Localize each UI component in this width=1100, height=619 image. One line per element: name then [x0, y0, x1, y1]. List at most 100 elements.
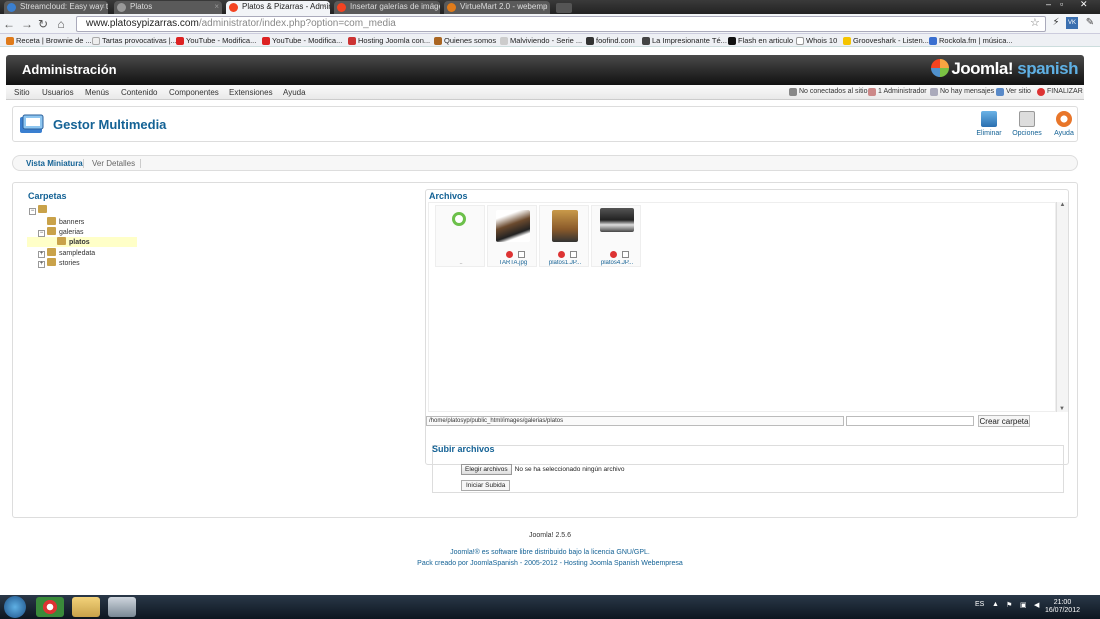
menu-menus[interactable]: Menús	[85, 88, 109, 97]
menu-contenido[interactable]: Contenido	[121, 88, 157, 97]
close-tab-icon[interactable]: ×	[214, 1, 219, 13]
collapse-icon[interactable]: −	[29, 208, 36, 215]
file-item-platos1[interactable]: platos1.JP...	[539, 205, 589, 267]
collapse-icon[interactable]: −	[38, 230, 45, 237]
current-path-field: /home/platosyp/public_html/images/galeri…	[426, 416, 844, 426]
bookmark-item[interactable]: Malviviendo - Serie ...	[500, 35, 582, 46]
tray-expand-icon[interactable]: ▲	[992, 601, 999, 608]
scroll-up-icon[interactable]: ▲	[1060, 202, 1066, 208]
volume-icon[interactable]: ◀	[1034, 601, 1039, 609]
expand-icon[interactable]: +	[38, 251, 45, 258]
bookmark-item[interactable]: Whois 10	[796, 35, 837, 46]
menu-extensiones[interactable]: Extensiones	[229, 88, 273, 97]
file-item-tarta[interactable]: TARTA.jpg	[487, 205, 537, 267]
bookmark-item[interactable]: Grooveshark - Listen...	[843, 35, 929, 46]
maximize-icon[interactable]: ▫	[1060, 0, 1063, 9]
admin-header: Administración Joomla! spanish	[6, 55, 1084, 85]
new-folder-input[interactable]	[846, 416, 974, 426]
bookmark-star-icon[interactable]: ☆	[1030, 16, 1040, 29]
joomla-link[interactable]: Joomla!®	[450, 549, 480, 556]
tree-folder-banners[interactable]: banners	[47, 217, 84, 227]
wrench-icon[interactable]: ✎	[1084, 17, 1096, 29]
delete-file-icon[interactable]	[610, 251, 617, 258]
menu-componentes[interactable]: Componentes	[169, 88, 219, 97]
status-messages[interactable]: No hay mensajes	[930, 88, 994, 96]
bookmark-item[interactable]: Hosting Joomla con...	[348, 35, 430, 46]
close-tab-icon[interactable]: ×	[432, 1, 437, 13]
flag-icon[interactable]: ⚑	[1006, 601, 1012, 609]
file-item-platos4[interactable]: platos4.JP...	[591, 205, 641, 267]
bookmark-item[interactable]: La Impresionante Té...	[642, 35, 727, 46]
menu-ayuda[interactable]: Ayuda	[283, 88, 306, 97]
choose-files-button[interactable]: Elegir archivos	[461, 464, 512, 475]
bookmark-item[interactable]: Rockola.fm | música...	[929, 35, 1013, 46]
page-icon	[117, 3, 126, 12]
browser-tab-streamcloud[interactable]: Streamcloud: Easy way to s×	[4, 1, 108, 14]
tree-folder-platos[interactable]: platos	[27, 237, 137, 247]
bookmark-item[interactable]: Flash en articulo	[728, 35, 793, 46]
menu-sitio[interactable]: Sitio	[14, 88, 30, 97]
address-bar[interactable]: www.platosypizarras.com/administrator/in…	[76, 16, 1046, 32]
joomla-favicon-icon	[229, 3, 238, 12]
bookmark-item[interactable]: YouTube - Modifica...	[176, 35, 256, 46]
tab-thumbnail-view[interactable]: Vista Miniatura	[26, 159, 83, 168]
delete-file-icon[interactable]	[506, 251, 513, 258]
expand-icon[interactable]: +	[38, 261, 45, 268]
tree-folder-galerias[interactable]: − galerias	[38, 227, 84, 237]
file-browser-scrollbar[interactable]: ▲ ▼	[1056, 202, 1068, 412]
options-button[interactable]: Opciones	[1011, 111, 1043, 141]
new-tab-button[interactable]	[556, 3, 572, 13]
reload-icon[interactable]: ↻	[36, 17, 50, 31]
media-manager-icon	[20, 114, 44, 133]
scroll-down-icon[interactable]: ▼	[1059, 406, 1065, 412]
browser-tab-platos[interactable]: Platos ×	[114, 1, 222, 14]
network-icon[interactable]: ▣	[1020, 601, 1027, 609]
clock[interactable]: 21:00 16/07/2012	[1045, 599, 1080, 615]
view-site-link[interactable]: Ver sitio	[996, 88, 1031, 96]
delete-button[interactable]: Eliminar	[973, 111, 1005, 141]
folder-icon	[47, 217, 56, 225]
help-button[interactable]: Ayuda	[1048, 111, 1080, 141]
chrome-taskbar-icon[interactable]	[36, 597, 64, 617]
folder-icon	[38, 205, 47, 213]
forward-icon[interactable]: →	[20, 17, 34, 31]
lightning-extension-icon[interactable]: ⚡	[1050, 17, 1062, 29]
explorer-taskbar-icon[interactable]	[72, 597, 100, 617]
select-checkbox[interactable]	[570, 251, 577, 258]
back-icon[interactable]: ←	[2, 17, 16, 31]
tab-detail-view[interactable]: Ver Detalles	[92, 159, 135, 168]
close-tab-icon[interactable]: ×	[322, 1, 327, 13]
tree-root[interactable]: −	[29, 205, 50, 215]
close-tab-icon[interactable]: ×	[542, 1, 547, 13]
bookmark-icon	[843, 37, 851, 45]
windows-start-icon[interactable]	[4, 596, 26, 618]
close-window-icon[interactable]: ✕	[1080, 0, 1088, 9]
select-checkbox[interactable]	[622, 251, 629, 258]
app-taskbar-icon[interactable]	[108, 597, 136, 617]
menu-usuarios[interactable]: Usuarios	[42, 88, 74, 97]
bookmark-item[interactable]: foofind.com	[586, 35, 635, 46]
tree-folder-stories[interactable]: + stories	[38, 258, 80, 268]
minimize-icon[interactable]: –	[1046, 0, 1051, 9]
file-chooser[interactable]: Elegir archivos No se ha seleccionado nin…	[461, 464, 625, 475]
home-icon[interactable]: ⌂	[54, 17, 68, 31]
create-folder-button[interactable]: Crear carpeta	[978, 415, 1030, 427]
delete-file-icon[interactable]	[558, 251, 565, 258]
select-checkbox[interactable]	[518, 251, 525, 258]
browser-tab-insertar[interactable]: Insertar galerías de imágen ×	[334, 1, 440, 14]
tree-folder-sampledata[interactable]: + sampledata	[38, 248, 95, 258]
joomlaspanish-link[interactable]: Pack creado por JoomlaSpanish - 2005-201…	[417, 560, 683, 567]
browser-tab-virtuemart[interactable]: VirtueMart 2.0 - webemp ×	[444, 1, 550, 14]
admin-user-icon	[868, 88, 876, 96]
logout-link[interactable]: FINALIZAR	[1037, 88, 1083, 96]
bookmark-item[interactable]: YouTube - Modifica...	[262, 35, 342, 46]
bookmark-item[interactable]: Receta | Brownie de ...	[6, 35, 92, 46]
file-item-parent[interactable]: ..	[435, 205, 485, 267]
bookmark-item[interactable]: Tartas provocativas |...	[92, 35, 177, 46]
close-tab-icon[interactable]: ×	[100, 1, 105, 13]
bookmark-item[interactable]: Quienes somos	[434, 35, 496, 46]
vk-extension-icon[interactable]: VK	[1066, 17, 1078, 29]
language-indicator[interactable]: ES	[975, 601, 984, 608]
browser-tab-admin[interactable]: Platos & Pizarras - Admin ×	[226, 1, 330, 14]
start-upload-button[interactable]: Iniciar Subida	[461, 480, 511, 491]
